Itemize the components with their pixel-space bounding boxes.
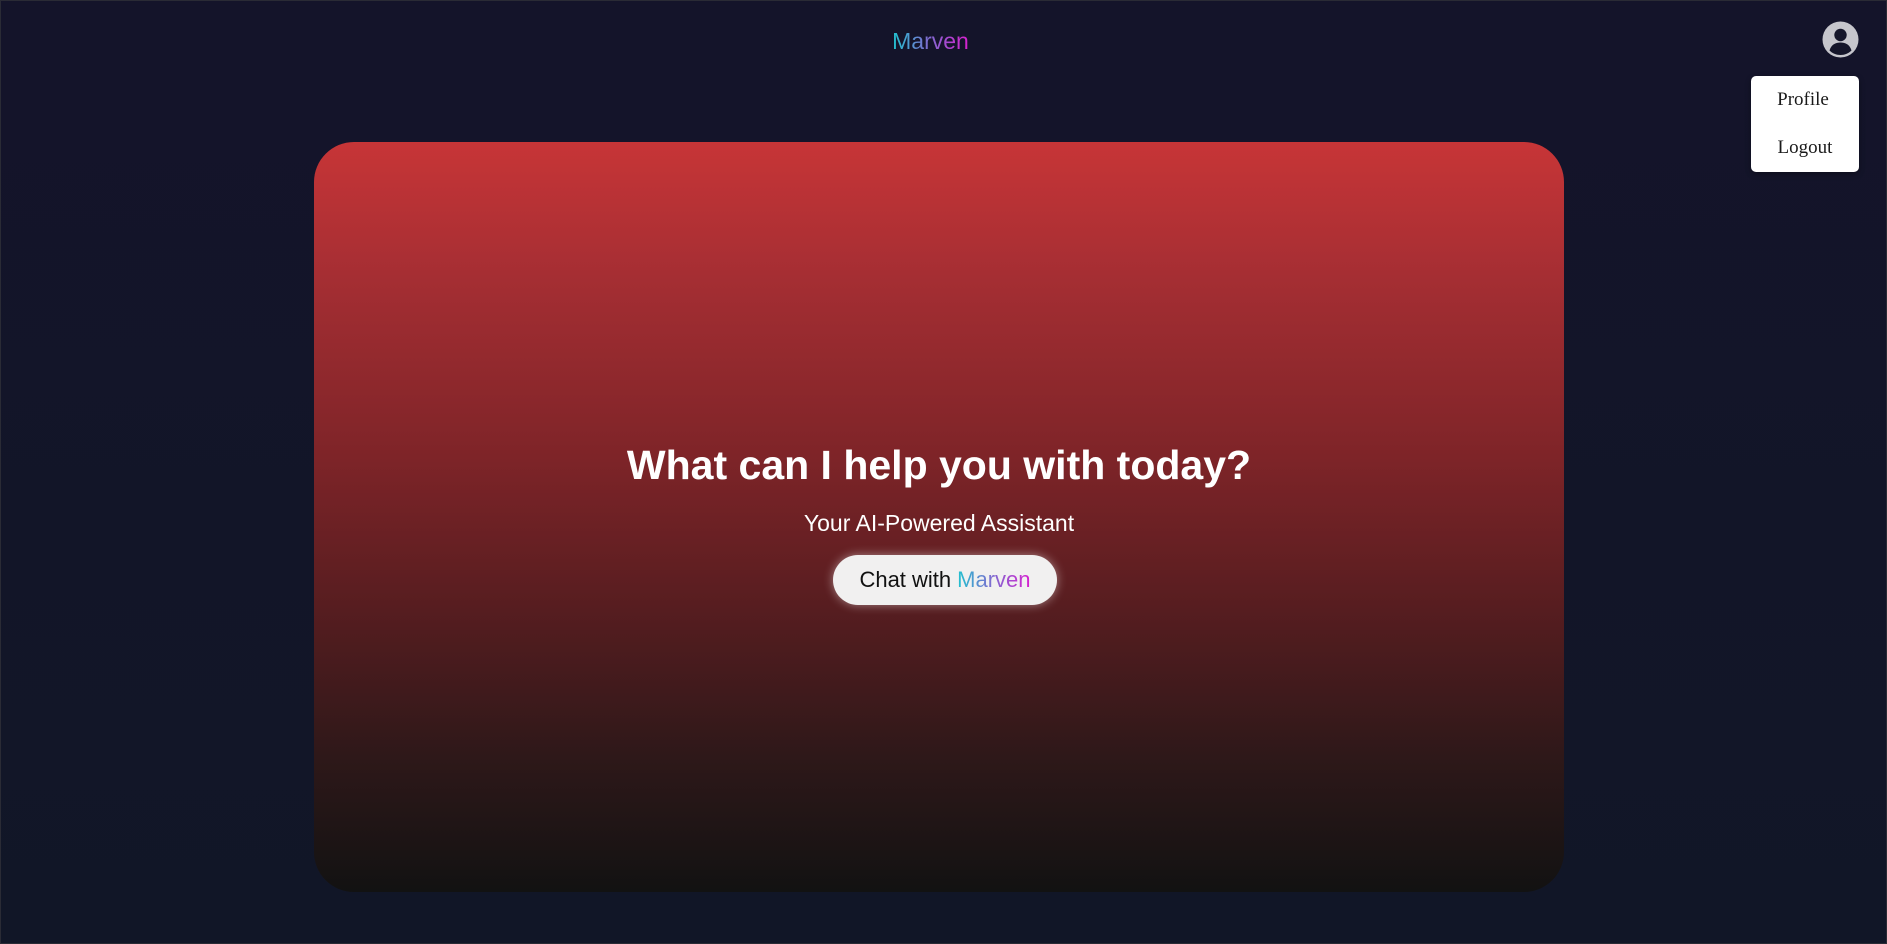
user-dropdown-menu: Profile Logout [1751, 76, 1859, 172]
chat-with-marven-button[interactable]: Chat with Marven [833, 555, 1057, 605]
brand-logo-text[interactable]: Marven [892, 28, 969, 54]
chat-button-prefix: Chat with [859, 567, 952, 592]
hero-card: What can I help you with today? Your AI-… [314, 142, 1564, 892]
header-brand[interactable]: Marven [1, 27, 1860, 55]
app-root: Marven Profile Logout What can I help yo… [1, 1, 1886, 943]
hero-subtitle: Your AI-Powered Assistant [803, 510, 1075, 536]
hero-title: What can I help you with today? [626, 442, 1252, 488]
menu-item-profile[interactable]: Profile [1749, 89, 1857, 111]
menu-item-logout[interactable]: Logout [1751, 137, 1859, 159]
user-circle-icon [1822, 21, 1859, 58]
user-avatar-button[interactable] [1822, 21, 1859, 58]
chat-button-brand: Marven [957, 567, 1031, 592]
